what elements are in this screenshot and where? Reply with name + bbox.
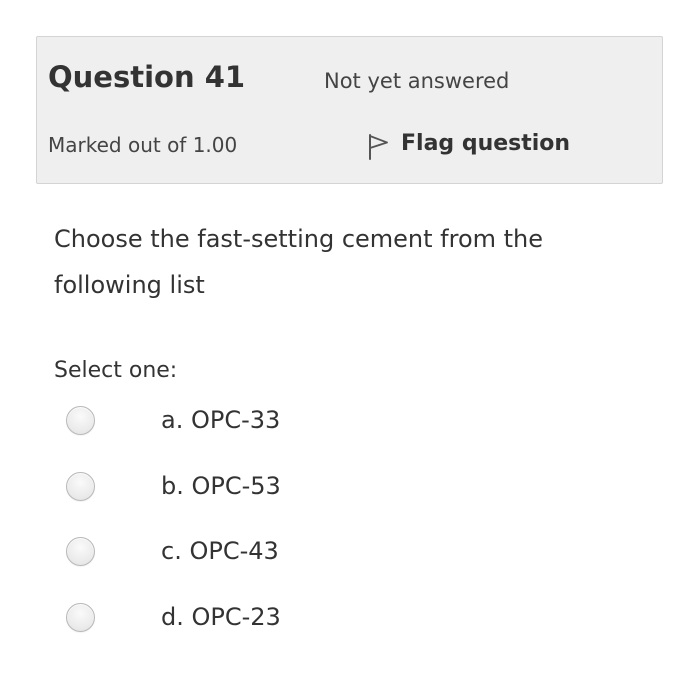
flag-question-label: Flag question <box>401 131 571 156</box>
radio-button-a[interactable] <box>66 405 95 435</box>
select-one-prompt: Select one: <box>54 358 178 383</box>
flag-question-link[interactable]: Flag question <box>367 127 570 161</box>
answer-label-a[interactable]: a. OPC-33 <box>161 403 280 437</box>
radio-button-c[interactable] <box>66 536 95 566</box>
answer-label-c[interactable]: c. OPC-43 <box>161 534 279 568</box>
answer-option-b[interactable]: b. OPC-53 <box>66 469 281 503</box>
question-state: Not yet answered <box>324 69 510 93</box>
question-text: Choose the fast-setting cement from the … <box>54 225 544 299</box>
question-number: Question 41 <box>48 60 246 94</box>
answer-option-d[interactable]: d. OPC-23 <box>66 600 281 634</box>
question-info-box: Question 41 Not yet answered Marked out … <box>36 36 663 184</box>
answer-option-a[interactable]: a. OPC-33 <box>66 403 280 437</box>
flag-icon <box>367 133 391 161</box>
radio-button-b[interactable] <box>66 471 95 501</box>
answer-label-b[interactable]: b. OPC-53 <box>161 469 281 503</box>
radio-button-d[interactable] <box>66 602 95 632</box>
question-grade: Marked out of 1.00 <box>48 133 238 157</box>
answer-option-c[interactable]: c. OPC-43 <box>66 534 279 568</box>
answer-label-d[interactable]: d. OPC-23 <box>161 600 281 634</box>
